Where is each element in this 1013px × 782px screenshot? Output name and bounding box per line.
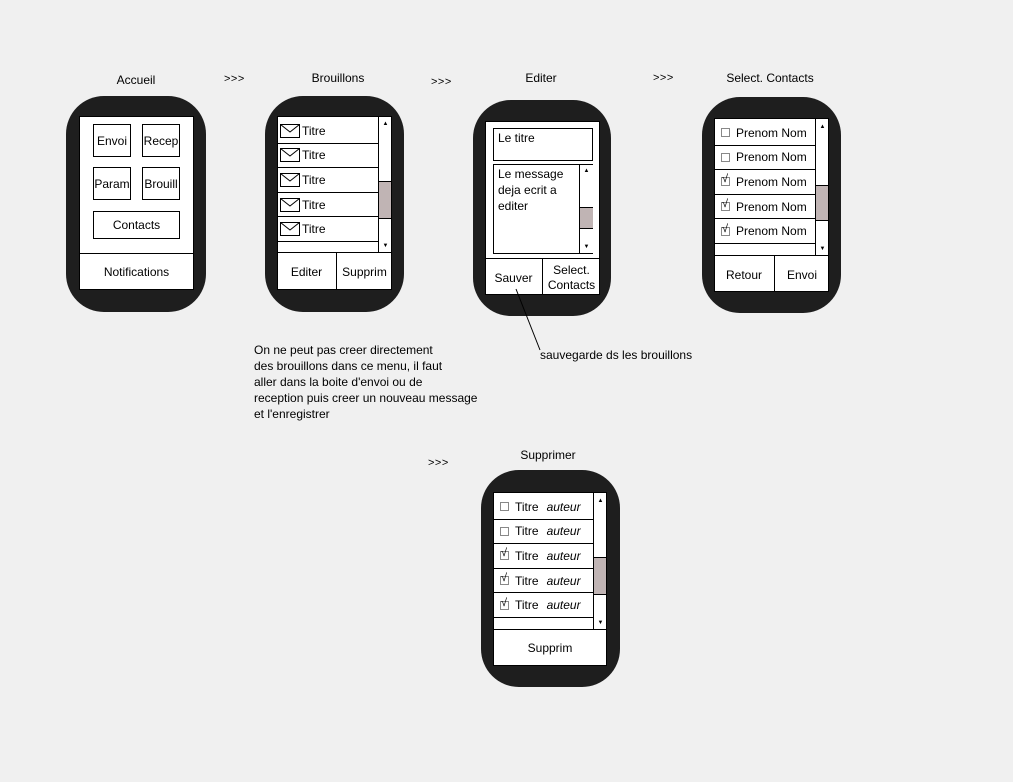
save-note: sauvegarde ds les brouillons — [540, 348, 693, 362]
save-connector-line — [515, 288, 541, 351]
